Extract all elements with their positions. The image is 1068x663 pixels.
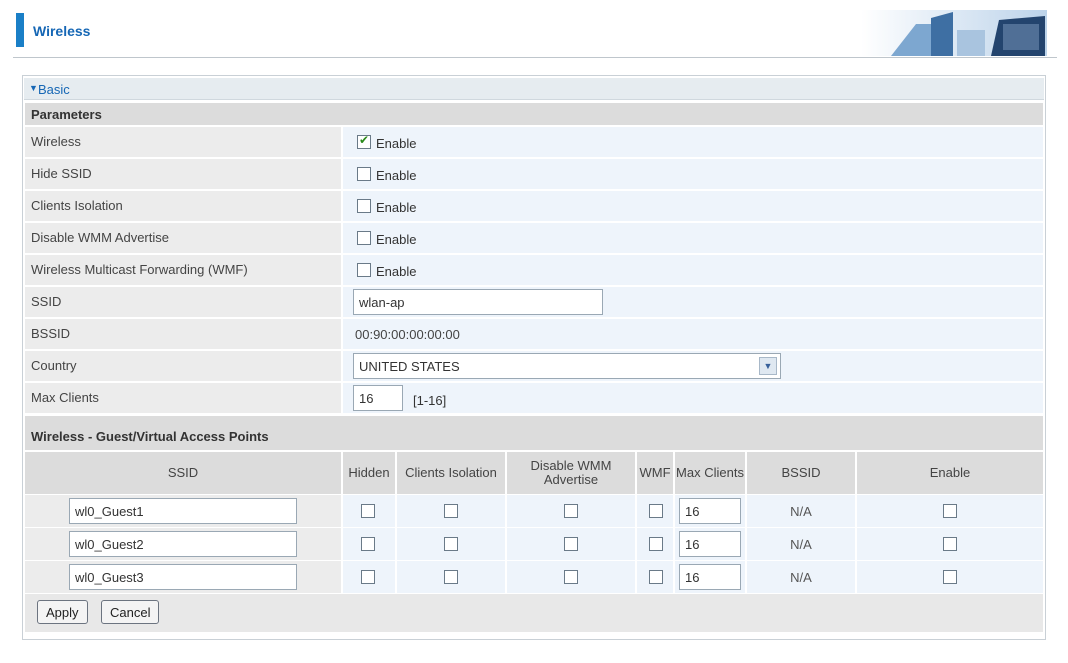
chevron-down-icon[interactable]: ▼: [759, 357, 777, 375]
bssid-row: BSSID 00:90:00:00:00:00: [25, 319, 1043, 349]
wireless-row: Wireless Enable: [25, 127, 1043, 157]
collapse-arrow-icon[interactable]: ▼: [29, 83, 38, 93]
disable-wmm-enable-label: Enable: [376, 232, 417, 247]
country-label: Country: [25, 351, 341, 381]
guest1-enable-checkbox[interactable]: [943, 504, 957, 518]
guest1-hidden-checkbox[interactable]: [361, 504, 375, 518]
guest1-wmf-checkbox[interactable]: [649, 504, 663, 518]
wireless-label: Wireless: [25, 127, 341, 157]
max-clients-row: Max Clients [1-16]: [25, 383, 1043, 413]
table-row: N/A: [25, 528, 1043, 560]
disable-wmm-label: Disable WMM Advertise: [25, 223, 341, 253]
guest2-max-clients-input[interactable]: [679, 531, 741, 557]
table-row: N/A: [25, 495, 1043, 527]
disable-wmm-checkbox[interactable]: [357, 231, 371, 245]
max-clients-range: [1-16]: [413, 393, 447, 408]
bssid-label: BSSID: [25, 319, 341, 349]
ssid-input[interactable]: [353, 289, 603, 315]
cancel-button[interactable]: Cancel: [101, 600, 160, 624]
guest3-isolation-checkbox[interactable]: [444, 570, 458, 584]
apply-button[interactable]: Apply: [37, 600, 88, 624]
hide-ssid-enable-label: Enable: [376, 168, 417, 183]
col-max-clients: Max Clients: [675, 452, 745, 494]
guest3-hidden-checkbox[interactable]: [361, 570, 375, 584]
bssid-value: 00:90:00:00:00:00: [355, 327, 460, 342]
guest1-ssid-input[interactable]: [69, 498, 297, 524]
country-selected-value: UNITED STATES: [359, 359, 460, 374]
guest3-wmf-checkbox[interactable]: [649, 570, 663, 584]
guest-ap-heading: Wireless - Guest/Virtual Access Points: [25, 416, 1043, 450]
hide-ssid-label: Hide SSID: [25, 159, 341, 189]
col-ssid: SSID: [25, 452, 341, 494]
clients-isolation-enable-label: Enable: [376, 200, 417, 215]
clients-isolation-row: Clients Isolation Enable: [25, 191, 1043, 221]
ssid-label: SSID: [25, 287, 341, 317]
guest3-disable-wmm-checkbox[interactable]: [564, 570, 578, 584]
ssid-row: SSID: [25, 287, 1043, 317]
guest2-wmf-checkbox[interactable]: [649, 537, 663, 551]
wmf-enable-label: Enable: [376, 264, 417, 279]
guest2-enable-checkbox[interactable]: [943, 537, 957, 551]
guest-table-header: SSID Hidden Clients Isolation Disable WM…: [25, 452, 1043, 494]
guest2-ssid-input[interactable]: [69, 531, 297, 557]
clients-isolation-label: Clients Isolation: [25, 191, 341, 221]
guest2-disable-wmm-checkbox[interactable]: [564, 537, 578, 551]
button-bar: Apply Cancel: [25, 594, 1043, 632]
basic-section-header[interactable]: ▼ Basic: [24, 78, 1044, 100]
wmf-row: Wireless Multicast Forwarding (WMF) Enab…: [25, 255, 1043, 285]
guest1-max-clients-input[interactable]: [679, 498, 741, 524]
wmf-label: Wireless Multicast Forwarding (WMF): [25, 255, 341, 285]
wireless-enable-label: Enable: [376, 136, 417, 151]
guest3-enable-checkbox[interactable]: [943, 570, 957, 584]
guest2-isolation-checkbox[interactable]: [444, 537, 458, 551]
country-row: Country UNITED STATES ▼: [25, 351, 1043, 381]
parameters-heading: Parameters: [25, 103, 1043, 125]
wmf-checkbox[interactable]: [357, 263, 371, 277]
guest3-max-clients-input[interactable]: [679, 564, 741, 590]
guest1-disable-wmm-checkbox[interactable]: [564, 504, 578, 518]
country-select[interactable]: UNITED STATES ▼: [353, 353, 781, 379]
table-row: N/A: [25, 561, 1043, 593]
col-disable-wmm: Disable WMM Advertise: [507, 452, 635, 494]
disable-wmm-row: Disable WMM Advertise Enable: [25, 223, 1043, 253]
guest3-bssid: N/A: [790, 570, 812, 585]
guest1-isolation-checkbox[interactable]: [444, 504, 458, 518]
basic-panel: ▼ Basic Parameters Wireless Enable Hide …: [22, 75, 1046, 640]
hide-ssid-checkbox[interactable]: [357, 167, 371, 181]
page-header: Wireless: [13, 4, 1057, 58]
max-clients-label: Max Clients: [25, 383, 341, 413]
guest2-hidden-checkbox[interactable]: [361, 537, 375, 551]
guest3-ssid-input[interactable]: [69, 564, 297, 590]
col-clients-isolation: Clients Isolation: [397, 452, 505, 494]
header-banner-image: [861, 10, 1047, 56]
col-wmf: WMF: [637, 452, 673, 494]
col-bssid: BSSID: [747, 452, 855, 494]
guest1-bssid: N/A: [790, 504, 812, 519]
clients-isolation-checkbox[interactable]: [357, 199, 371, 213]
header-accent-bar: [16, 13, 24, 47]
guest2-bssid: N/A: [790, 537, 812, 552]
page-title: Wireless: [33, 23, 91, 39]
max-clients-input[interactable]: [353, 385, 403, 411]
col-enable: Enable: [857, 452, 1043, 494]
col-hidden: Hidden: [343, 452, 395, 494]
basic-section-title[interactable]: Basic: [38, 82, 70, 97]
hide-ssid-row: Hide SSID Enable: [25, 159, 1043, 189]
wireless-enable-checkbox[interactable]: [357, 133, 371, 149]
